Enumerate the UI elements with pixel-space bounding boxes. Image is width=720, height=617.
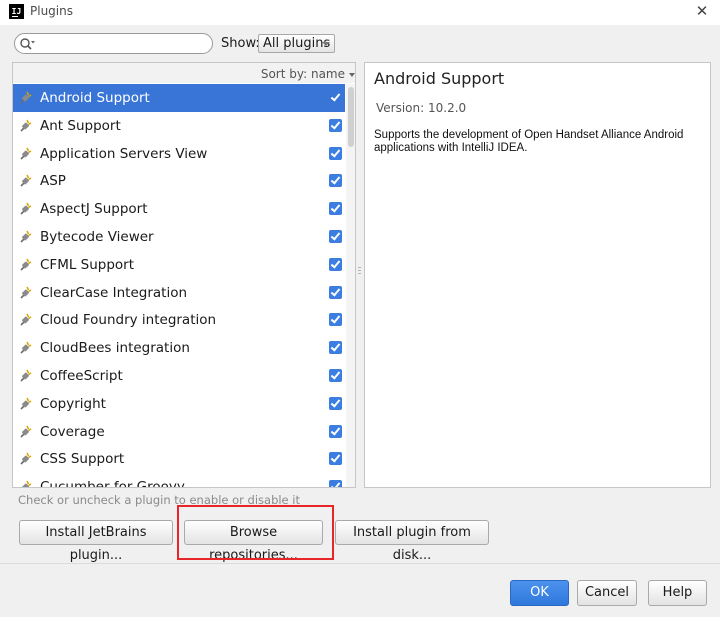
- plugin-rows: Android Support Ant Support Application Se…: [13, 84, 345, 488]
- plugin-enabled-checkbox[interactable]: [329, 118, 342, 132]
- sort-dropdown-icon[interactable]: [349, 73, 355, 77]
- plugin-plug-icon: [19, 369, 33, 383]
- plugin-plug-icon: [19, 147, 33, 161]
- plugin-name: Cloud Foundry integration: [40, 312, 217, 329]
- plugin-enabled-checkbox[interactable]: [329, 480, 342, 487]
- plugin-plug-icon: [19, 91, 33, 105]
- plugin-plug-icon: [19, 313, 33, 327]
- close-icon[interactable]: ✕: [692, 1, 712, 21]
- plugin-plug-icon: [19, 202, 33, 216]
- plugin-row[interactable]: Coverage: [13, 418, 345, 446]
- plugin-detail-description: Supports the development of Open Handset…: [374, 129, 684, 154]
- search-field[interactable]: [14, 33, 213, 54]
- plugin-name: Cucumber for Groovy: [40, 479, 185, 488]
- plugin-row[interactable]: Ant Support: [13, 112, 345, 140]
- ok-button[interactable]: OK: [510, 580, 569, 606]
- plugin-enabled-checkbox[interactable]: [329, 257, 342, 271]
- plugin-row[interactable]: CloudBees integration: [13, 334, 345, 362]
- plugin-plug-icon: [19, 119, 33, 133]
- plugin-enabled-checkbox[interactable]: [329, 452, 342, 466]
- plugin-enabled-checkbox[interactable]: [329, 91, 342, 104]
- plugin-row[interactable]: Cloud Foundry integration: [13, 306, 345, 334]
- plugin-enabled-checkbox[interactable]: [329, 368, 342, 382]
- plugin-name: Copyright: [40, 395, 106, 412]
- plugin-name: ASP: [40, 173, 66, 190]
- plugin-row[interactable]: Application Servers View: [13, 140, 345, 168]
- plugin-enabled-checkbox[interactable]: [329, 341, 342, 355]
- install-jetbrains-plugin-button[interactable]: Install JetBrains plugin...: [19, 520, 173, 563]
- plugin-plug-icon: [19, 174, 33, 188]
- plugin-name: ClearCase Integration: [40, 284, 188, 301]
- plugin-plug-icon: [19, 258, 33, 272]
- plugin-enabled-checkbox[interactable]: [329, 313, 342, 327]
- plugin-plug-icon: [19, 425, 33, 439]
- help-button[interactable]: Help: [648, 580, 707, 606]
- plugin-name: AspectJ Support: [40, 201, 148, 218]
- plugin-row[interactable]: AspectJ Support: [13, 195, 345, 223]
- plugin-row[interactable]: Copyright: [13, 390, 345, 418]
- plugin-name: Ant Support: [40, 117, 121, 134]
- plugin-enabled-checkbox[interactable]: [329, 424, 342, 438]
- plugin-name: CoffeeScript: [40, 367, 123, 384]
- plugin-list[interactable]: Sort by: name Android Support Ant Support…: [12, 62, 356, 488]
- plugin-plug-icon: [19, 341, 33, 355]
- plugin-name: CFML Support: [40, 256, 135, 273]
- plugin-plug-icon: [19, 480, 33, 487]
- show-filter-value: All plugins: [263, 36, 331, 51]
- plugin-plug-icon: [19, 452, 33, 466]
- search-input[interactable]: [39, 35, 207, 52]
- plugin-name: CSS Support: [40, 451, 125, 468]
- sort-by-label[interactable]: Sort by: name: [261, 67, 345, 81]
- plugin-row[interactable]: ClearCase Integration: [13, 279, 345, 307]
- sort-header[interactable]: Sort by: name: [13, 63, 355, 83]
- plugin-name: CloudBees integration: [40, 340, 190, 357]
- plugin-row[interactable]: CoffeeScript: [13, 362, 345, 390]
- plugin-row[interactable]: CSS Support: [13, 445, 345, 473]
- plugin-row[interactable]: Cucumber for Groovy: [13, 473, 345, 488]
- show-filter-select[interactable]: All plugins: [258, 34, 335, 53]
- plugin-detail-title: Android Support: [374, 69, 505, 88]
- highlight-annotation: [177, 505, 334, 560]
- plugin-row[interactable]: CFML Support: [13, 251, 345, 279]
- plugin-row[interactable]: ASP: [13, 167, 345, 195]
- plugin-enabled-checkbox[interactable]: [329, 229, 342, 243]
- plugin-enabled-checkbox[interactable]: [329, 174, 342, 188]
- list-scrollbar[interactable]: [346, 84, 355, 487]
- plugin-enabled-checkbox[interactable]: [329, 202, 342, 216]
- scrollbar-thumb[interactable]: [348, 87, 354, 147]
- plugin-name: Coverage: [40, 423, 105, 440]
- plugin-name: Application Servers View: [40, 145, 208, 162]
- plugin-plug-icon: [19, 286, 33, 300]
- intellij-logo-icon: IJ: [9, 4, 24, 19]
- plugin-enabled-checkbox[interactable]: [329, 396, 342, 410]
- divider: [0, 563, 720, 564]
- chevron-down-icon: [322, 42, 330, 46]
- plugin-name: Bytecode Viewer: [40, 228, 154, 245]
- plugin-detail-version: Version: 10.2.0: [376, 101, 467, 115]
- window-title: Plugins: [30, 4, 73, 18]
- cancel-button[interactable]: Cancel: [577, 580, 637, 606]
- plugin-row[interactable]: Android Support: [13, 84, 345, 112]
- panel-splitter[interactable]: [357, 265, 362, 281]
- plugin-enabled-checkbox[interactable]: [329, 146, 342, 160]
- plugin-row[interactable]: Bytecode Viewer: [13, 223, 345, 251]
- plugin-details: Android Support Version: 10.2.0 Supports…: [364, 62, 711, 488]
- plugin-plug-icon: [19, 397, 33, 411]
- search-icon[interactable]: [19, 37, 35, 51]
- plugin-plug-icon: [19, 230, 33, 244]
- plugin-name: Android Support: [40, 90, 150, 106]
- install-plugin-from-disk-button[interactable]: Install plugin from disk...: [335, 520, 489, 563]
- show-filter-label: Show:: [221, 36, 260, 51]
- title-bar: IJ Plugins ✕: [0, 0, 720, 25]
- plugin-enabled-checkbox[interactable]: [329, 285, 342, 299]
